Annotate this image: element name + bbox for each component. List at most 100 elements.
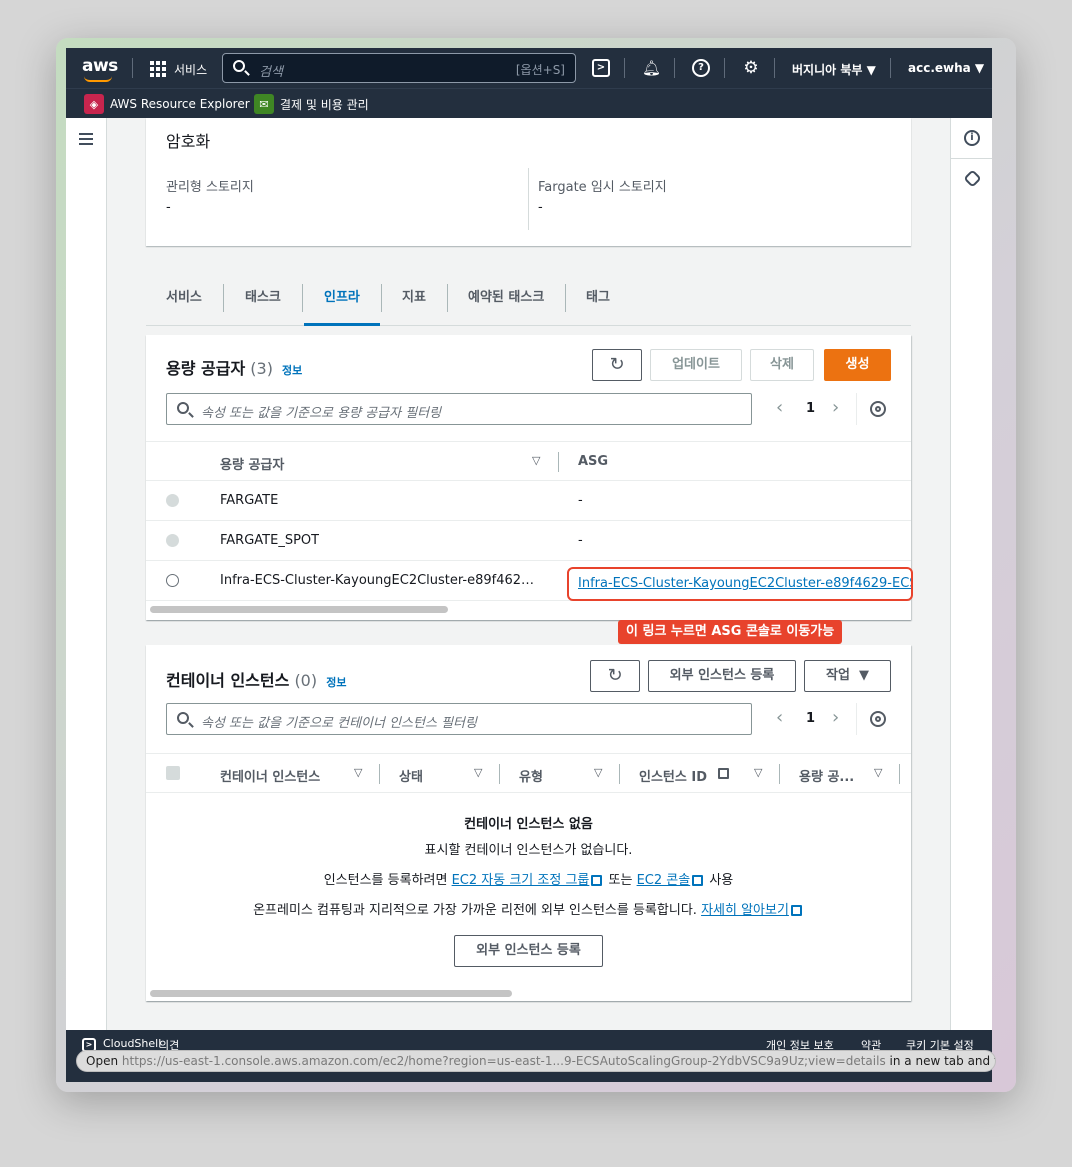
update-button[interactable]: 업데이트	[650, 349, 742, 381]
instances-table-header: 컨테이너 인스턴스 ▽ 상태 ▽ 유형 ▽ 인스턴스 ID ▽ 용량 공... …	[146, 753, 911, 793]
horizontal-scrollbar[interactable]	[150, 990, 512, 997]
info-panel-icon[interactable]: i	[964, 130, 980, 146]
column-divider[interactable]	[779, 764, 780, 784]
next-page-icon[interactable]: ›	[832, 707, 839, 728]
preferences-gear-icon[interactable]	[870, 711, 886, 727]
search-icon	[233, 60, 245, 72]
ec2-autoscaling-link[interactable]: EC2 자동 크기 조정 그룹	[452, 873, 590, 888]
search-shortcut: [옵션+S]	[515, 63, 565, 77]
pager-divider	[856, 393, 857, 425]
column-header-container-instance[interactable]: 컨테이너 인스턴스	[220, 766, 320, 785]
page-number[interactable]: 1	[806, 401, 815, 416]
previous-page-icon[interactable]: ‹	[776, 707, 783, 728]
tab-tasks[interactable]: 태스크	[225, 270, 301, 326]
create-button[interactable]: 생성	[824, 349, 891, 381]
capacity-filter-input[interactable]: 속성 또는 값을 기준으로 용량 공급자 필터링	[166, 393, 752, 425]
managed-storage-label: 관리형 스토리지	[166, 180, 254, 195]
column-header-instance-id[interactable]: 인스턴스 ID	[639, 766, 707, 785]
settings-icon[interactable]: ⚙	[742, 59, 760, 77]
sort-icon[interactable]: ▽	[474, 766, 482, 779]
ec2-console-link[interactable]: EC2 콘솔	[637, 873, 691, 888]
instances-info-link[interactable]: 정보	[326, 676, 346, 689]
empty-state-title: 컨테이너 인스턴스 없음	[464, 817, 593, 832]
tab-divider	[223, 284, 224, 312]
tab-metrics[interactable]: 지표	[382, 270, 446, 326]
row-radio[interactable]	[166, 574, 179, 587]
search-placeholder: 검색	[259, 65, 283, 80]
sort-icon[interactable]: ▽	[354, 766, 362, 779]
bell-icon[interactable]: 🔔︎	[642, 59, 661, 77]
column-divider[interactable]	[899, 764, 900, 784]
favorite-label: AWS Resource Explorer	[110, 97, 250, 111]
register-external-instance-empty-button[interactable]: 외부 인스턴스 등록	[454, 935, 603, 967]
favorite-label: 결제 및 비용 관리	[280, 97, 369, 112]
select-all-checkbox[interactable]	[166, 766, 180, 780]
guide-icon[interactable]	[963, 169, 982, 188]
aws-console: aws 서비스 검색 [옵션+S] > 🔔︎ ? ⚙ 버지니아 북부 ▼ acc…	[66, 48, 992, 1082]
rail-divider	[951, 158, 992, 159]
services-grid-icon[interactable]	[150, 61, 166, 77]
tab-infrastructure[interactable]: 인프라	[304, 270, 380, 326]
instances-filter-input[interactable]: 속성 또는 값을 기준으로 컨테이너 인스턴스 필터링	[166, 703, 752, 735]
left-rail	[66, 118, 107, 1030]
sort-icon[interactable]: ▽	[594, 766, 602, 779]
region-selector[interactable]: 버지니아 북부 ▼	[792, 61, 876, 78]
capacity-info-link[interactable]: 정보	[282, 364, 302, 377]
preferences-gear-icon[interactable]	[870, 401, 886, 417]
table-row[interactable]: FARGATE_SPOT -	[146, 521, 911, 561]
favorites-bar: ◈ AWS Resource Explorer ✉ 결제 및 비용 관리	[66, 88, 992, 118]
help-icon[interactable]: ?	[692, 59, 710, 77]
asg-link[interactable]: Infra-ECS-Cluster-KayoungEC2Cluster-e89f…	[578, 576, 911, 591]
column-divider[interactable]	[619, 764, 620, 784]
column-header-provider[interactable]: 용량 공급자	[220, 454, 284, 473]
horizontal-scrollbar[interactable]	[150, 606, 448, 613]
account-menu[interactable]: acc.ewha ▼	[908, 61, 984, 75]
tab-scheduled-tasks[interactable]: 예약된 태스크	[448, 270, 564, 326]
column-divider[interactable]	[379, 764, 380, 784]
column-divider[interactable]	[499, 764, 500, 784]
hint-mid: 또는	[608, 873, 633, 888]
footer-cloudshell[interactable]: CloudShell	[103, 1037, 161, 1050]
table-row[interactable]: FARGATE -	[146, 481, 911, 521]
filter-placeholder: 속성 또는 값을 기준으로 용량 공급자 필터링	[201, 406, 442, 421]
search-icon	[177, 712, 189, 724]
actions-button[interactable]: 작업 ▼	[804, 660, 891, 692]
capacity-providers-title: 용량 공급자	[166, 359, 246, 378]
sort-icon[interactable]: ▽	[874, 766, 882, 779]
tab-tags[interactable]: 태그	[566, 270, 630, 326]
column-header-status[interactable]: 상태	[399, 766, 423, 785]
refresh-button[interactable]: ↻	[592, 349, 642, 381]
favorite-resource-explorer[interactable]: ◈ AWS Resource Explorer	[84, 94, 250, 114]
asg-link-highlight[interactable]: Infra-ECS-Cluster-KayoungEC2Cluster-e89f…	[567, 567, 913, 601]
refresh-button[interactable]: ↻	[590, 660, 640, 692]
register-external-instance-button[interactable]: 외부 인스턴스 등록	[648, 660, 796, 692]
cloudshell-icon[interactable]: >	[592, 59, 610, 77]
delete-button[interactable]: 삭제	[750, 349, 814, 381]
column-header-type[interactable]: 유형	[519, 766, 543, 785]
fargate-storage-label: Fargate 임시 스토리지	[538, 180, 667, 195]
tab-services[interactable]: 서비스	[146, 270, 222, 326]
search-icon	[177, 402, 189, 414]
capacity-table-header: 용량 공급자 ▽ ASG	[146, 441, 911, 481]
refresh-icon: ↻	[607, 665, 623, 686]
previous-page-icon[interactable]: ‹	[776, 397, 783, 418]
next-page-icon[interactable]: ›	[832, 397, 839, 418]
sort-icon[interactable]: ▽	[754, 766, 762, 779]
column-divider	[528, 168, 529, 230]
search-input[interactable]: 검색 [옵션+S]	[222, 53, 576, 83]
container-instances-title: 컨테이너 인스턴스	[166, 671, 290, 690]
menu-icon[interactable]	[79, 133, 93, 145]
annotation-callout: 이 링크 누르면 ASG 콘솔로 이동가능	[618, 620, 843, 644]
external-link-icon	[718, 768, 729, 779]
column-header-capacity[interactable]: 용량 공...	[799, 766, 854, 785]
sort-icon[interactable]: ▽	[532, 454, 540, 467]
container-instances-count: (0)	[294, 671, 318, 690]
learn-more-link[interactable]: 자세히 알아보기	[701, 903, 789, 918]
page-number[interactable]: 1	[806, 711, 815, 726]
services-menu[interactable]: 서비스	[174, 61, 207, 78]
capacity-providers-header: 용량 공급자 (3) 정보	[166, 355, 302, 379]
column-header-asg[interactable]: ASG	[578, 454, 608, 469]
favorite-billing[interactable]: ✉ 결제 및 비용 관리	[254, 94, 369, 114]
column-divider[interactable]	[558, 452, 559, 472]
aws-logo[interactable]: aws	[82, 56, 118, 76]
